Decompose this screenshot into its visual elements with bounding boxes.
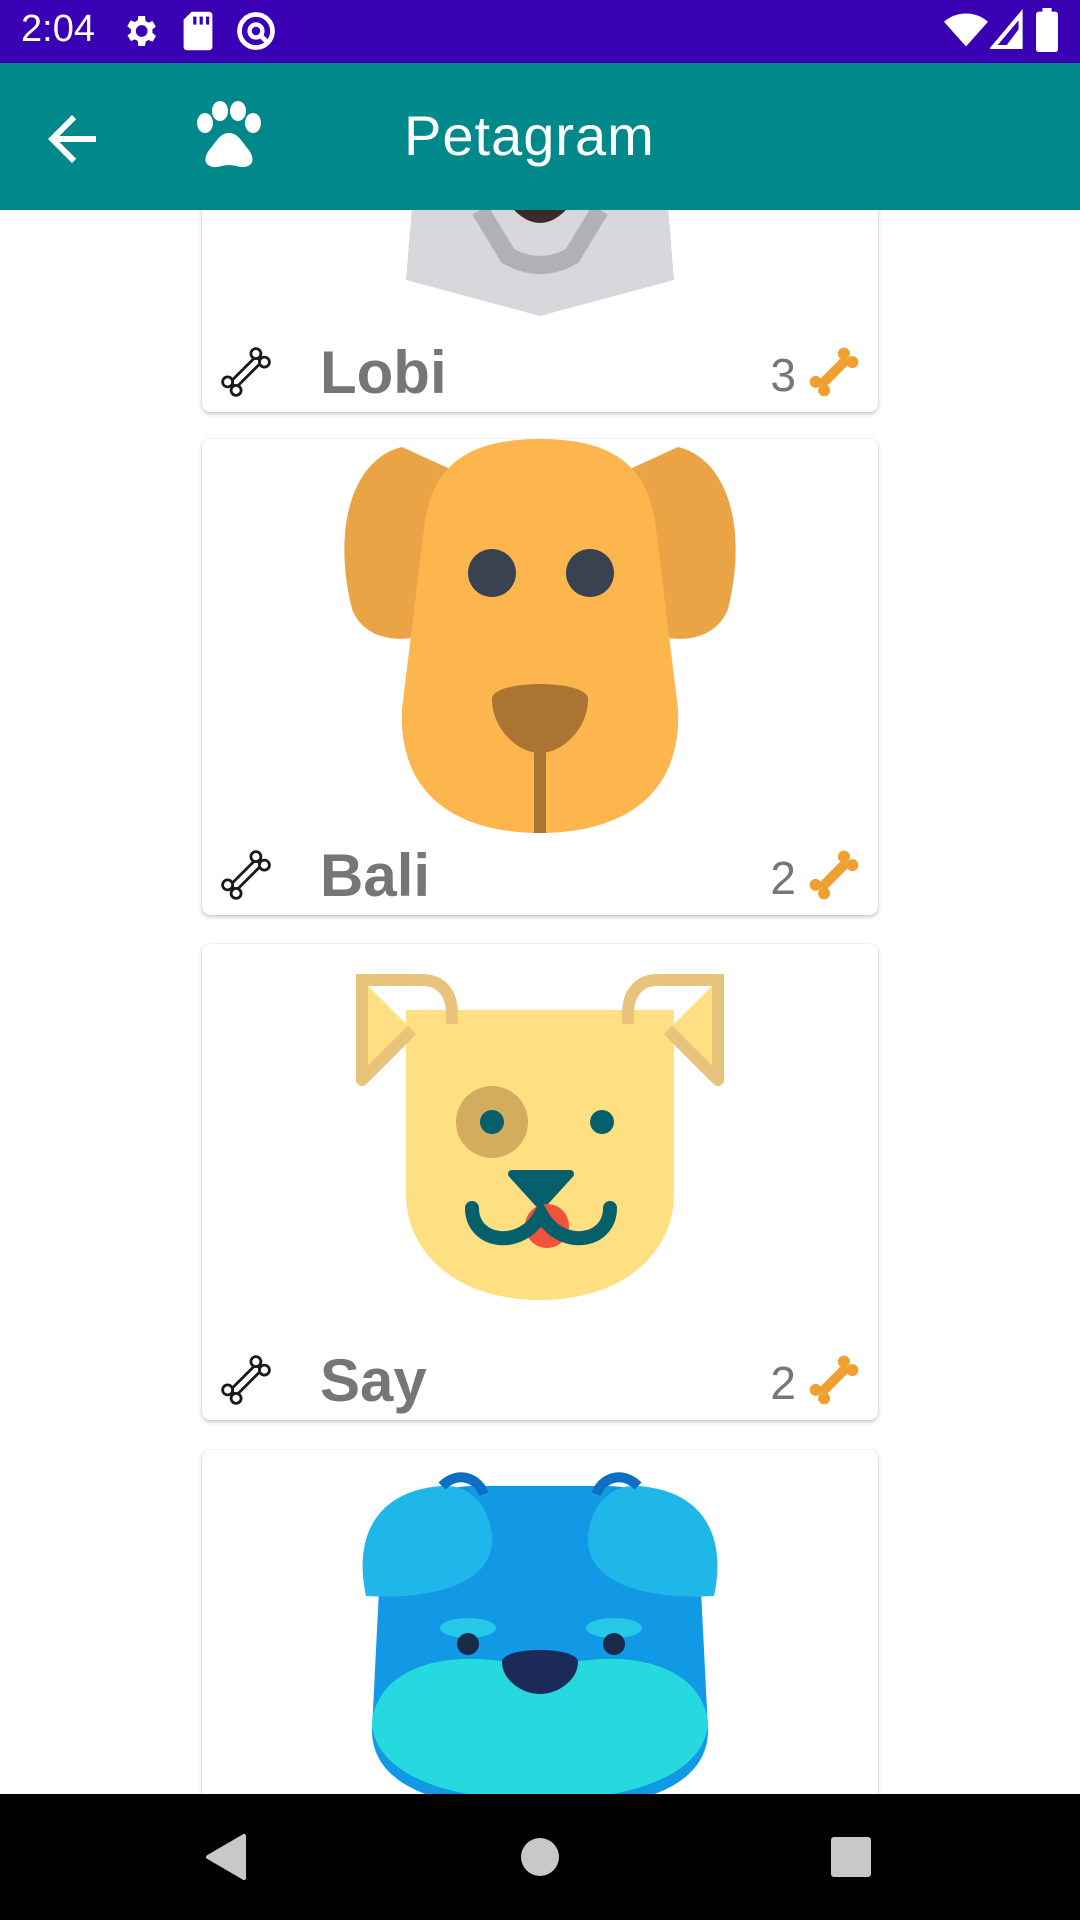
status-time: 2:04 [21, 8, 95, 50]
bone-filled-icon [809, 850, 859, 900]
system-nav-bar [0, 1794, 1080, 1920]
sd-card-icon [183, 11, 213, 51]
arrow-back-icon[interactable] [36, 103, 108, 175]
bone-filled-icon [809, 347, 859, 397]
like-count: 2 [770, 1357, 796, 1409]
no-sim-icon [237, 12, 275, 50]
gray-dog-icon [406, 210, 674, 316]
bone-filled-icon [809, 1355, 859, 1405]
pet-name: Lobi [320, 339, 447, 406]
pet-list[interactable]: Lobi 3 Bali 2 Say 2 [0, 210, 1080, 1794]
like-count: 2 [770, 852, 796, 904]
app-title: Petagram [404, 104, 655, 167]
bone-outline-icon[interactable] [216, 342, 276, 402]
signal-icon [990, 9, 1023, 50]
recents-square-icon[interactable] [818, 1824, 884, 1890]
bone-outline-icon[interactable] [216, 845, 276, 905]
status-bar: 2:04 [0, 0, 1080, 63]
pet-card: Lobi 3 [202, 210, 878, 412]
bone-outline-icon[interactable] [216, 1350, 276, 1410]
pet-name: Say [320, 1347, 427, 1414]
blue-bulldog-icon [362, 1472, 718, 1794]
settings-icon [127, 16, 156, 46]
pet-card: Bali 2 [202, 439, 878, 915]
app-bar: Petagram [0, 63, 1080, 210]
pet-name: Bali [320, 842, 431, 909]
home-circle-icon[interactable] [507, 1824, 573, 1890]
like-count: 3 [770, 349, 796, 401]
pet-card: Say 2 [202, 944, 878, 1420]
paw-icon [197, 101, 261, 168]
wifi-icon [944, 13, 988, 47]
yellow-dog-icon [356, 974, 724, 1300]
pet-card [202, 1450, 878, 1794]
orange-dog-icon [344, 439, 736, 833]
battery-icon [1036, 8, 1058, 52]
back-triangle-icon[interactable] [196, 1824, 262, 1890]
